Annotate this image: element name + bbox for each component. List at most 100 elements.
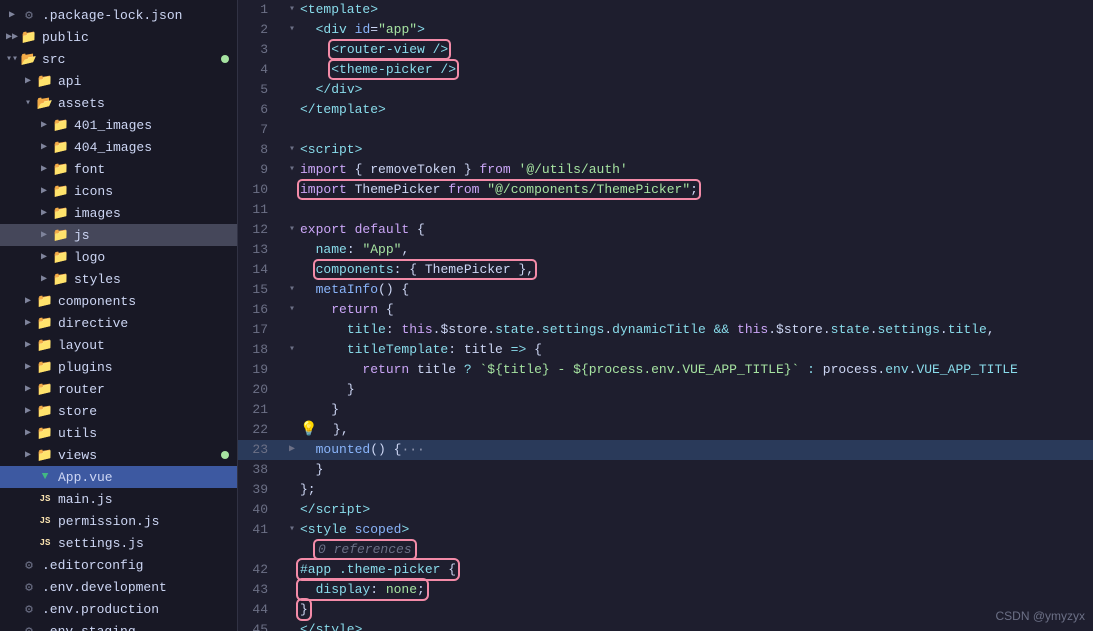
sidebar-item-label: router — [58, 382, 233, 397]
sidebar-item-label: font — [74, 162, 233, 177]
code-line-11: 11 — [238, 200, 1093, 220]
code-line-22: 22 💡 }, — [238, 420, 1093, 440]
code-line-15: 15 ▾ metaInfo() { — [238, 280, 1093, 300]
folder-icon: 📁 — [20, 30, 38, 45]
code-line-45: 45 </style> — [238, 620, 1093, 631]
folder-icon: 📁 — [36, 360, 54, 375]
sidebar-item-label: styles — [74, 272, 233, 287]
sidebar-item-env-prod[interactable]: ⚙ .env.production — [0, 598, 237, 620]
code-line-5: 5 </div> — [238, 80, 1093, 100]
sidebar-item-app-vue[interactable]: ▼ App.vue — [0, 466, 237, 488]
sidebar-item-icons[interactable]: ▶ 📁 icons — [0, 180, 237, 202]
code-line-20: 20 } — [238, 380, 1093, 400]
gear-icon: ⚙ — [20, 558, 38, 573]
folder-icon: 📁 — [52, 228, 70, 243]
sidebar-item-label: main.js — [58, 492, 233, 507]
sidebar-item-store[interactable]: ▶ 📁 store — [0, 400, 237, 422]
sidebar-item-public[interactable]: ▶ 📁 public — [0, 26, 237, 48]
code-line-23: 23 ▶ mounted() {··· — [238, 440, 1093, 460]
sidebar-item-components[interactable]: ▶ 📁 components — [0, 290, 237, 312]
sidebar-item-404[interactable]: ▶ 📁 404_images — [0, 136, 237, 158]
sidebar-item-label: store — [58, 404, 233, 419]
file-explorer[interactable]: ⚙ .package-lock.json ▶ 📁 public ▾ 📂 src … — [0, 0, 238, 631]
code-editor[interactable]: 1 ▾ <template> 2 ▾ <div id="app"> 3 <rou… — [238, 0, 1093, 631]
sidebar-item-assets[interactable]: ▾ 📂 assets — [0, 92, 237, 114]
code-line-7: 7 — [238, 120, 1093, 140]
sidebar-item-router[interactable]: ▶ 📁 router — [0, 378, 237, 400]
sidebar-item-logo[interactable]: ▶ 📁 logo — [0, 246, 237, 268]
gear-icon: ⚙ — [20, 602, 38, 617]
sidebar-item-editorconfig[interactable]: ⚙ .editorconfig — [0, 554, 237, 576]
sidebar-item-label: 401_images — [74, 118, 233, 133]
code-line-21: 21 } — [238, 400, 1093, 420]
sidebar-item-utils[interactable]: ▶ 📁 utils — [0, 422, 237, 444]
sidebar-item-src[interactable]: ▾ 📂 src — [0, 48, 237, 70]
folder-open-icon: 📂 — [20, 52, 38, 67]
code-line-40: 40 </script> — [238, 500, 1093, 520]
sidebar-item-label: api — [58, 74, 233, 89]
gear-icon: ⚙ — [20, 624, 38, 631]
code-line-13: 13 name: "App", — [238, 240, 1093, 260]
sidebar-item-env-staging[interactable]: ⚙ .env.staging — [0, 620, 237, 631]
sidebar-item-directive[interactable]: ▶ 📁 directive — [0, 312, 237, 334]
sidebar-item-label: directive — [58, 316, 233, 331]
sidebar-item-settings-js[interactable]: JS settings.js — [0, 532, 237, 554]
folder-icon: 📁 — [36, 448, 54, 463]
code-line-9: 9 ▾ import { removeToken } from '@/utils… — [238, 160, 1093, 180]
sidebar-item-layout[interactable]: ▶ 📁 layout — [0, 334, 237, 356]
sidebar-item-label: permission.js — [58, 514, 233, 529]
sidebar-item-package-lock[interactable]: ⚙ .package-lock.json — [0, 4, 237, 26]
code-line-43: 43 display: none; — [238, 580, 1093, 600]
code-line-16: 16 ▾ return { — [238, 300, 1093, 320]
sidebar-item-js[interactable]: ▶ 📁 js — [0, 224, 237, 246]
code-line-17: 17 title: this.$store.state.settings.dyn… — [238, 320, 1093, 340]
code-line-1: 1 ▾ <template> — [238, 0, 1093, 20]
sidebar-item-styles[interactable]: ▶ 📁 styles — [0, 268, 237, 290]
code-line-42: 42 #app .theme-picker { — [238, 560, 1093, 580]
sidebar-item-label: js — [74, 228, 233, 243]
sidebar-item-label: .env.development — [42, 580, 233, 595]
folder-icon: 📁 — [52, 250, 70, 265]
sidebar-item-plugins[interactable]: ▶ 📁 plugins — [0, 356, 237, 378]
js-icon: JS — [36, 494, 54, 504]
folder-icon: 📁 — [36, 316, 54, 331]
folder-icon: 📁 — [36, 382, 54, 397]
sidebar-item-label: public — [42, 30, 233, 45]
sidebar-item-label: layout — [58, 338, 233, 353]
sidebar-item-label: .env.staging — [42, 624, 233, 631]
sidebar-item-label: icons — [74, 184, 233, 199]
folder-icon: 📁 — [52, 184, 70, 199]
code-line-4: 4 <theme-picker /> — [238, 60, 1093, 80]
sidebar-item-label: assets — [58, 96, 233, 111]
code-line-14: 14 components: { ThemePicker }, — [238, 260, 1093, 280]
sidebar-item-label: .editorconfig — [42, 558, 233, 573]
sidebar-item-label: settings.js — [58, 536, 233, 551]
sidebar-item-label: components — [58, 294, 233, 309]
folder-open-icon: 📂 — [36, 96, 54, 111]
sidebar-item-401[interactable]: ▶ 📁 401_images — [0, 114, 237, 136]
sidebar-item-main-js[interactable]: JS main.js — [0, 488, 237, 510]
code-line-39: 39 }; — [238, 480, 1093, 500]
sidebar-item-env-dev[interactable]: ⚙ .env.development — [0, 576, 237, 598]
code-line-8: 8 ▾ <script> — [238, 140, 1093, 160]
sidebar-item-label: .package-lock.json — [42, 8, 233, 23]
code-line-6: 6 </template> — [238, 100, 1093, 120]
sidebar-item-label: images — [74, 206, 233, 221]
code-line-19: 19 return title ? `${title} - ${process.… — [238, 360, 1093, 380]
gear-icon: ⚙ — [20, 580, 38, 595]
sidebar-item-images[interactable]: ▶ 📁 images — [0, 202, 237, 224]
code-line-41: 41 ▾ <style scoped> — [238, 520, 1093, 540]
watermark: CSDN @ymyzyx — [995, 609, 1085, 623]
code-line-10: 10 import ThemePicker from "@/components… — [238, 180, 1093, 200]
sidebar-item-views[interactable]: ▶ 📁 views — [0, 444, 237, 466]
code-line-18: 18 ▾ titleTemplate: title => { — [238, 340, 1093, 360]
folder-icon: 📁 — [36, 404, 54, 419]
sidebar-item-font[interactable]: ▶ 📁 font — [0, 158, 237, 180]
sidebar-item-permission-js[interactable]: JS permission.js — [0, 510, 237, 532]
code-content: 1 ▾ <template> 2 ▾ <div id="app"> 3 <rou… — [238, 0, 1093, 631]
folder-icon: 📁 — [36, 338, 54, 353]
folder-icon: 📁 — [36, 294, 54, 309]
code-line-ref: 0 references — [238, 540, 1093, 560]
code-line-38: 38 } — [238, 460, 1093, 480]
sidebar-item-api[interactable]: ▶ 📁 api — [0, 70, 237, 92]
